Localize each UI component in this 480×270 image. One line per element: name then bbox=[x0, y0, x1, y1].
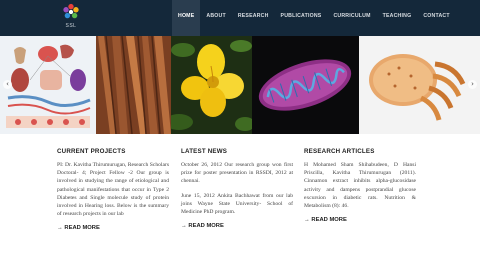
image-slider[interactable]: ‹ › bbox=[0, 36, 480, 134]
cell-organelle-image bbox=[359, 36, 480, 134]
main-nav: HOME ABOUT RESEARCH PUBLICATIONS CURRICU… bbox=[172, 0, 456, 36]
nav-home[interactable]: HOME bbox=[172, 0, 201, 36]
research-articles-read-more[interactable]: → READ MORE bbox=[304, 217, 416, 223]
research-articles-column: RESEARCH ARTICLES H Mohamed Sham Shihabu… bbox=[304, 148, 416, 223]
latest-news-read-more[interactable]: → READ MORE bbox=[181, 223, 293, 229]
news-item: June 15, 2012 Ankita Bachhawat from our … bbox=[181, 192, 293, 216]
research-articles-text: H Mohamed Sham Shihabudeen, D Hansi Pris… bbox=[304, 162, 416, 210]
current-projects-read-more[interactable]: → READ MORE bbox=[57, 225, 169, 231]
latest-news-title: LATEST NEWS bbox=[181, 148, 228, 155]
current-projects-text: PI: Dr. Kavitha Thirumurugan, Research S… bbox=[57, 162, 169, 218]
current-projects-title: CURRENT PROJECTS bbox=[57, 148, 126, 155]
flower-logo-icon bbox=[63, 3, 79, 19]
research-articles-title: RESEARCH ARTICLES bbox=[304, 148, 375, 155]
yellow-flower-image bbox=[171, 36, 252, 134]
nav-contact[interactable]: CONTACT bbox=[417, 0, 455, 36]
current-projects-column: CURRENT PROJECTS PI: Dr. Kavitha Thirumu… bbox=[57, 148, 169, 231]
nav-research[interactable]: RESEARCH bbox=[232, 0, 275, 36]
content-section: CURRENT PROJECTS PI: Dr. Kavitha Thirumu… bbox=[0, 134, 480, 270]
chevron-right-icon[interactable]: › bbox=[468, 80, 477, 89]
cinnamon-bark-image bbox=[96, 36, 171, 134]
organs-diagram-image bbox=[0, 36, 96, 134]
site-logo[interactable]: SSL bbox=[58, 3, 84, 33]
news-item: October 26, 2012 Our research group won … bbox=[181, 162, 293, 185]
logo-text: SSL bbox=[65, 23, 77, 29]
nav-publications[interactable]: PUBLICATIONS bbox=[275, 0, 328, 36]
latest-news-column: LATEST NEWS October 26, 2012 Our researc… bbox=[181, 148, 293, 229]
site-header: SSL HOME ABOUT RESEARCH PUBLICATIONS CUR… bbox=[0, 0, 480, 36]
nav-curriculum[interactable]: CURRICULUM bbox=[327, 0, 376, 36]
nav-about[interactable]: ABOUT bbox=[200, 0, 231, 36]
mitochondrion-image bbox=[252, 36, 359, 134]
chevron-left-icon[interactable]: ‹ bbox=[3, 80, 12, 89]
nav-teaching[interactable]: TEACHING bbox=[377, 0, 418, 36]
